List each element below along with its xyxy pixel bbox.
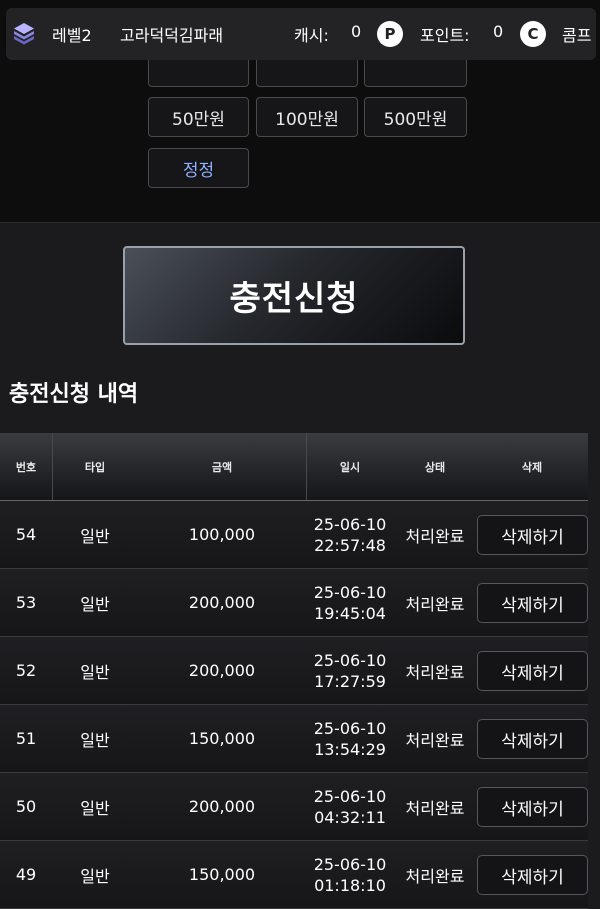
row-type: 일반 <box>80 594 110 614</box>
row-status: 처리완료 <box>405 526 465 546</box>
column-header-delete: 삭제 <box>521 460 543 474</box>
row-datetime: 25-06-10 17:27:59 <box>306 637 394 704</box>
level-badge-icon <box>14 23 34 45</box>
row-time: 04:32:11 <box>314 807 386 827</box>
point-label: 포인트: <box>420 26 470 45</box>
cash-value: 0 <box>351 22 362 41</box>
table-row: 50 일반 200,000 25-06-10 04:32:11 처리완료 삭제하… <box>0 773 588 841</box>
row-type: 일반 <box>80 662 110 682</box>
row-amount: 100,000 <box>188 525 256 544</box>
point-value: 0 <box>493 22 504 41</box>
column-header-no: 번호 <box>0 433 53 500</box>
username: 고라덕덕김파래 <box>120 26 224 45</box>
row-status: 처리완료 <box>405 866 465 886</box>
table-row: 54 일반 100,000 25-06-10 22:57:48 처리완료 삭제하… <box>0 501 588 569</box>
row-number: 54 <box>15 525 37 544</box>
row-amount: 200,000 <box>188 797 256 816</box>
row-number: 53 <box>15 593 37 612</box>
row-date: 25-06-10 <box>313 786 387 806</box>
delete-button[interactable]: 삭제하기 <box>477 855 588 895</box>
cash-label: 캐시: <box>294 26 329 45</box>
row-status: 처리완료 <box>405 662 465 682</box>
row-number: 49 <box>15 865 37 884</box>
row-date: 25-06-10 <box>313 582 387 602</box>
amount-button-50[interactable]: 50만원 <box>148 97 249 137</box>
row-datetime: 25-06-10 04:32:11 <box>306 773 394 840</box>
row-number: 50 <box>15 797 37 816</box>
row-amount: 150,000 <box>188 865 256 884</box>
row-type: 일반 <box>80 526 110 546</box>
history-table: 번호 타입 금액 일시 상태 삭제 54 일반 100,000 25-06-10… <box>0 433 588 909</box>
row-type: 일반 <box>80 866 110 886</box>
row-datetime: 25-06-10 22:57:48 <box>306 501 394 568</box>
top-status-bar: 레벨2 고라덕덕김파래 캐시: 0 P 포인트: 0 C 콤프 <box>6 8 596 60</box>
delete-button[interactable]: 삭제하기 <box>477 651 588 691</box>
delete-button[interactable]: 삭제하기 <box>477 515 588 555</box>
table-row: 52 일반 200,000 25-06-10 17:27:59 처리완료 삭제하… <box>0 637 588 705</box>
row-datetime: 25-06-10 01:18:10 <box>306 841 394 908</box>
row-status: 처리완료 <box>405 798 465 818</box>
row-time: 13:54:29 <box>314 739 386 759</box>
delete-button[interactable]: 삭제하기 <box>477 719 588 759</box>
row-type: 일반 <box>80 798 110 818</box>
row-date: 25-06-10 <box>313 854 387 874</box>
comp-label[interactable]: 콤프 <box>562 22 591 46</box>
row-status: 처리완료 <box>405 730 465 750</box>
row-datetime: 25-06-10 19:45:04 <box>306 569 394 636</box>
amount-button-500[interactable]: 500만원 <box>364 97 467 137</box>
row-time: 19:45:04 <box>314 603 386 623</box>
row-status: 처리완료 <box>405 594 465 614</box>
column-header-amount: 금액 <box>138 433 307 500</box>
row-amount: 150,000 <box>188 729 256 748</box>
table-header: 번호 타입 금액 일시 상태 삭제 <box>0 433 588 501</box>
row-number: 51 <box>15 729 37 748</box>
column-header-date: 일시 <box>339 460 361 474</box>
history-title: 충전신청 내역 <box>9 382 139 407</box>
user-level: 레벨2 <box>52 26 92 45</box>
column-header-type: 타입 <box>84 460 106 474</box>
comp-icon: C <box>520 21 546 47</box>
charge-request-button[interactable]: 충전신청 <box>123 246 465 345</box>
row-date: 25-06-10 <box>313 650 387 670</box>
table-row: 49 일반 150,000 25-06-10 01:18:10 처리완료 삭제하… <box>0 841 588 909</box>
row-date: 25-06-10 <box>313 718 387 738</box>
row-amount: 200,000 <box>188 661 256 680</box>
delete-button[interactable]: 삭제하기 <box>477 583 588 623</box>
row-date: 25-06-10 <box>313 514 387 534</box>
row-datetime: 25-06-10 13:54:29 <box>306 705 394 772</box>
row-type: 일반 <box>80 730 110 750</box>
column-header-status: 상태 <box>424 460 446 474</box>
table-row: 53 일반 200,000 25-06-10 19:45:04 처리완료 삭제하… <box>0 569 588 637</box>
row-time: 01:18:10 <box>314 875 386 895</box>
amount-button-100[interactable]: 100만원 <box>256 97 358 137</box>
table-row: 51 일반 150,000 25-06-10 13:54:29 처리완료 삭제하… <box>0 705 588 773</box>
point-icon: P <box>377 21 403 47</box>
row-time: 22:57:48 <box>314 535 386 555</box>
reset-amount-button[interactable]: 정정 <box>148 148 249 188</box>
delete-button[interactable]: 삭제하기 <box>477 787 588 827</box>
row-time: 17:27:59 <box>314 671 386 691</box>
row-number: 52 <box>15 661 37 680</box>
row-amount: 200,000 <box>188 593 256 612</box>
